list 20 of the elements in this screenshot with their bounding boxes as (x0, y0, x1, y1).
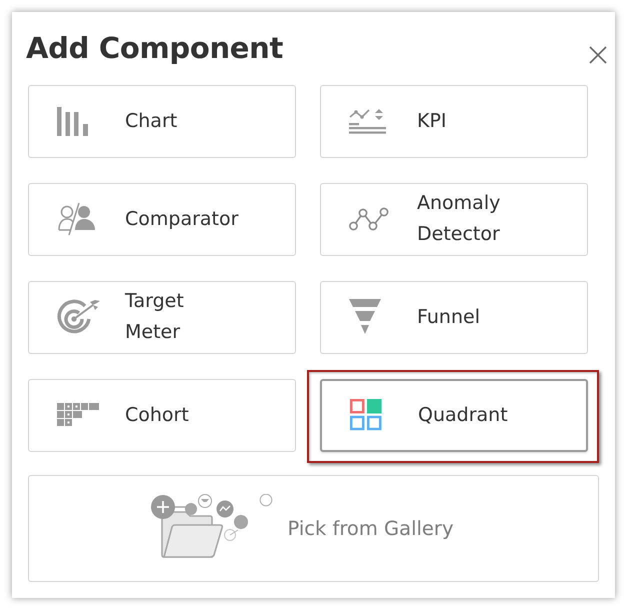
close-icon (589, 46, 607, 64)
target-arrow-icon (57, 299, 101, 336)
component-option[interactable]: Quadrant (320, 378, 588, 452)
connected-points-icon (349, 207, 389, 232)
component-option[interactable]: Cohort (28, 378, 296, 452)
component-option[interactable]: KPI (320, 84, 588, 158)
quadrant-squares-icon (350, 399, 382, 432)
cohort-grid-icon (57, 403, 100, 428)
component-option[interactable]: Funnel (320, 280, 588, 354)
compare-people-icon (57, 202, 97, 236)
component-option[interactable]: Comparator (28, 182, 296, 256)
component-option[interactable]: Chart (28, 84, 296, 158)
funnel-icon (349, 299, 381, 336)
kpi-trend-icon (349, 108, 387, 134)
component-option[interactable]: Anomaly Detector (320, 182, 588, 256)
dialog-title: Add Component (26, 30, 284, 66)
gallery-option[interactable]: Pick from Gallery (28, 474, 599, 582)
bar-chart-icon (57, 106, 90, 136)
component-option[interactable]: Target Meter (28, 280, 296, 354)
close-button[interactable] (589, 46, 607, 64)
